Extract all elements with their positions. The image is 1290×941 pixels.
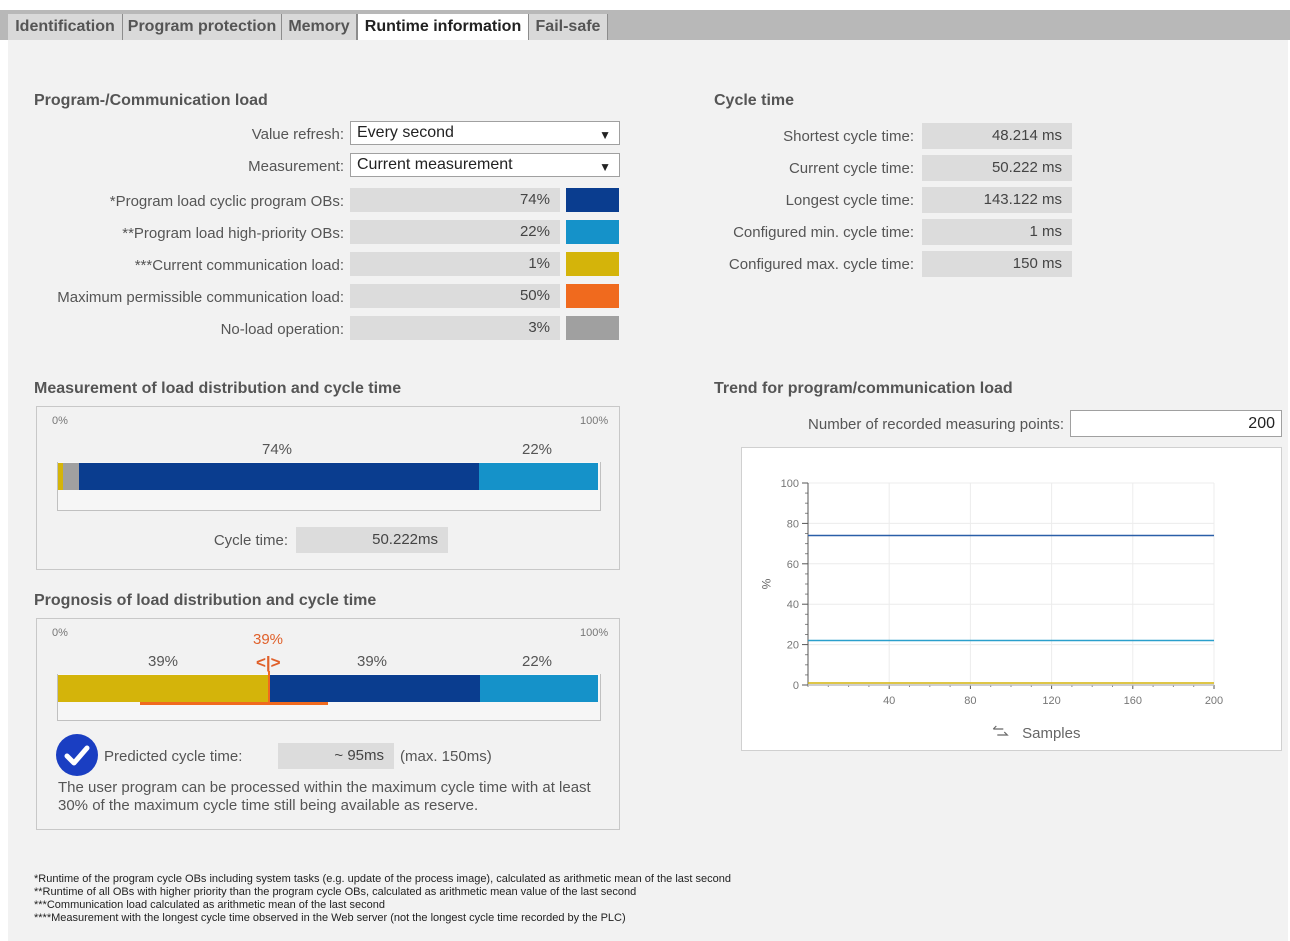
x-tick-label: 40 bbox=[883, 695, 895, 707]
trend-section-title: Trend for program/communication load bbox=[714, 380, 1013, 397]
prognosis-segment-light bbox=[480, 675, 598, 702]
load-row-label: *Program load cyclic program OBs: bbox=[109, 193, 344, 210]
dropdown-arrow-icon: ▼ bbox=[599, 160, 611, 174]
load-row-value: 22% bbox=[350, 220, 560, 244]
prognosis-section-title: Prognosis of load distribution and cycle… bbox=[34, 592, 377, 609]
prognosis-segment2-percent: 39% bbox=[357, 653, 388, 670]
pan-arrows-icon bbox=[992, 725, 1009, 736]
footnote: ***Communication load calculated as arit… bbox=[34, 899, 385, 911]
cycle-time-label: Cycle time: bbox=[213, 532, 288, 549]
measurement-select[interactable]: Current measurement ▼ bbox=[350, 153, 620, 177]
prognosis-segment1-percent: 39% bbox=[148, 653, 179, 670]
value-refresh-select[interactable]: Every second ▼ bbox=[350, 121, 620, 145]
measurement-label: Measurement: bbox=[248, 158, 344, 175]
x-axis-label: Samples bbox=[1022, 725, 1080, 742]
value-refresh-value: Every second bbox=[357, 124, 454, 141]
cycle-row-label: Configured max. cycle time: bbox=[728, 256, 914, 273]
predicted-cycle-label: Predicted cycle time: bbox=[104, 748, 243, 765]
load-row-label: No-load operation: bbox=[220, 321, 344, 338]
x-tick-label: 120 bbox=[1042, 695, 1060, 707]
tab-memory[interactable]: Memory bbox=[282, 14, 357, 40]
tab-identification[interactable]: Identification bbox=[8, 14, 123, 40]
check-icon bbox=[56, 734, 98, 776]
cycle-row-label: Shortest cycle time: bbox=[783, 128, 914, 145]
load-row-value: 50% bbox=[350, 284, 560, 308]
cycle-row-value: 1 ms bbox=[922, 219, 1072, 245]
load-row-label: Maximum permissible communication load: bbox=[57, 289, 344, 306]
prognosis-segment-dark bbox=[269, 675, 480, 702]
y-tick-label: 60 bbox=[787, 559, 799, 571]
y-tick-label: 100 bbox=[781, 478, 799, 490]
dropdown-arrow-icon: ▼ bbox=[599, 128, 611, 142]
trend-chart: 40 80 120 160 200 0 20 40 60 80 100% Samples bbox=[759, 478, 1223, 742]
load-row-label: ***Current communication load: bbox=[134, 257, 344, 274]
color-swatch-max-communication bbox=[566, 284, 619, 308]
tab-program-protection[interactable]: Program protection bbox=[123, 14, 282, 40]
cycle-row-value: 150 ms bbox=[922, 251, 1072, 277]
cycle-section-title: Cycle time bbox=[714, 92, 795, 109]
value-refresh-label: Value refresh: bbox=[251, 126, 344, 143]
prognosis-message: The user program can be processed within… bbox=[58, 779, 591, 814]
prognosis-scale-max-label: 100% bbox=[580, 627, 609, 639]
prognosis-segment3-percent: 22% bbox=[522, 653, 553, 670]
y-tick-label: 0 bbox=[793, 680, 799, 692]
trend-chart-frame: 40 80 120 160 200 0 20 40 60 80 100% Samples bbox=[741, 447, 1282, 751]
marker-drag-handle[interactable]: <|> bbox=[256, 653, 281, 673]
cycle-time-value: 50.222ms bbox=[296, 527, 448, 553]
prognosis-marker-line[interactable] bbox=[268, 671, 270, 702]
measurement-section-title: Measurement of load distribution and cyc… bbox=[34, 380, 402, 397]
scale-max-label: 100% bbox=[580, 415, 609, 427]
load-row-value: 1% bbox=[350, 252, 560, 276]
footnote: **Runtime of all OBs with higher priorit… bbox=[34, 886, 637, 898]
cycle-row-label: Configured min. cycle time: bbox=[733, 224, 914, 241]
load-row-value: 74% bbox=[350, 188, 560, 212]
y-tick-label: 20 bbox=[787, 640, 799, 652]
prognosis-segment-yellow bbox=[58, 675, 269, 702]
predicted-cycle-value: ~ 95ms bbox=[278, 743, 394, 769]
bar-segment-cyclic bbox=[79, 463, 479, 490]
x-tick-label: 160 bbox=[1124, 695, 1142, 707]
predicted-cycle-max: (max. 150ms) bbox=[400, 748, 492, 765]
tab-fail-safe[interactable]: Fail-safe bbox=[529, 14, 608, 40]
tab-runtime-information[interactable]: Runtime information bbox=[357, 14, 529, 40]
y-axis-label: % bbox=[759, 579, 773, 590]
x-tick-label: 80 bbox=[964, 695, 976, 707]
cyclic-percent-label: 74% bbox=[262, 441, 293, 458]
footnote: *Runtime of the program cycle OBs includ… bbox=[34, 873, 732, 885]
cycle-row-label: Longest cycle time: bbox=[785, 192, 914, 209]
y-tick-label: 40 bbox=[787, 599, 799, 611]
scale-min-label: 0% bbox=[52, 415, 68, 427]
measuring-points-label: Number of recorded measuring points: bbox=[808, 416, 1064, 433]
high-priority-percent-label: 22% bbox=[522, 441, 553, 458]
prognosis-bar bbox=[58, 671, 598, 702]
marker-percent-label: 39% bbox=[253, 631, 284, 648]
measurement-bar bbox=[58, 463, 598, 490]
y-tick-label: 80 bbox=[787, 518, 799, 530]
load-row-label: **Program load high-priority OBs: bbox=[122, 225, 344, 242]
color-swatch-communication bbox=[566, 252, 619, 276]
cycle-row-value: 143.122 ms bbox=[922, 187, 1072, 213]
color-swatch-cyclic bbox=[566, 188, 619, 212]
cycle-row-label: Current cycle time: bbox=[788, 160, 914, 177]
measuring-points-input[interactable]: 200 bbox=[1070, 410, 1282, 437]
prognosis-scale-min-label: 0% bbox=[52, 627, 68, 639]
bar-segment-high-priority bbox=[479, 463, 598, 490]
footnote: ****Measurement with the longest cycle t… bbox=[34, 912, 626, 924]
cycle-row-value: 48.214 ms bbox=[922, 123, 1072, 149]
load-section-title: Program-/Communication load bbox=[34, 92, 268, 109]
color-swatch-no-load bbox=[566, 316, 619, 340]
load-row-value: 3% bbox=[350, 316, 560, 340]
prognosis-tolerance-line bbox=[140, 702, 328, 705]
measurement-value: Current measurement bbox=[357, 156, 513, 173]
color-swatch-high-priority bbox=[566, 220, 619, 244]
cycle-row-value: 50.222 ms bbox=[922, 155, 1072, 181]
x-tick-label: 200 bbox=[1205, 695, 1223, 707]
bar-segment-no-load bbox=[63, 463, 79, 490]
